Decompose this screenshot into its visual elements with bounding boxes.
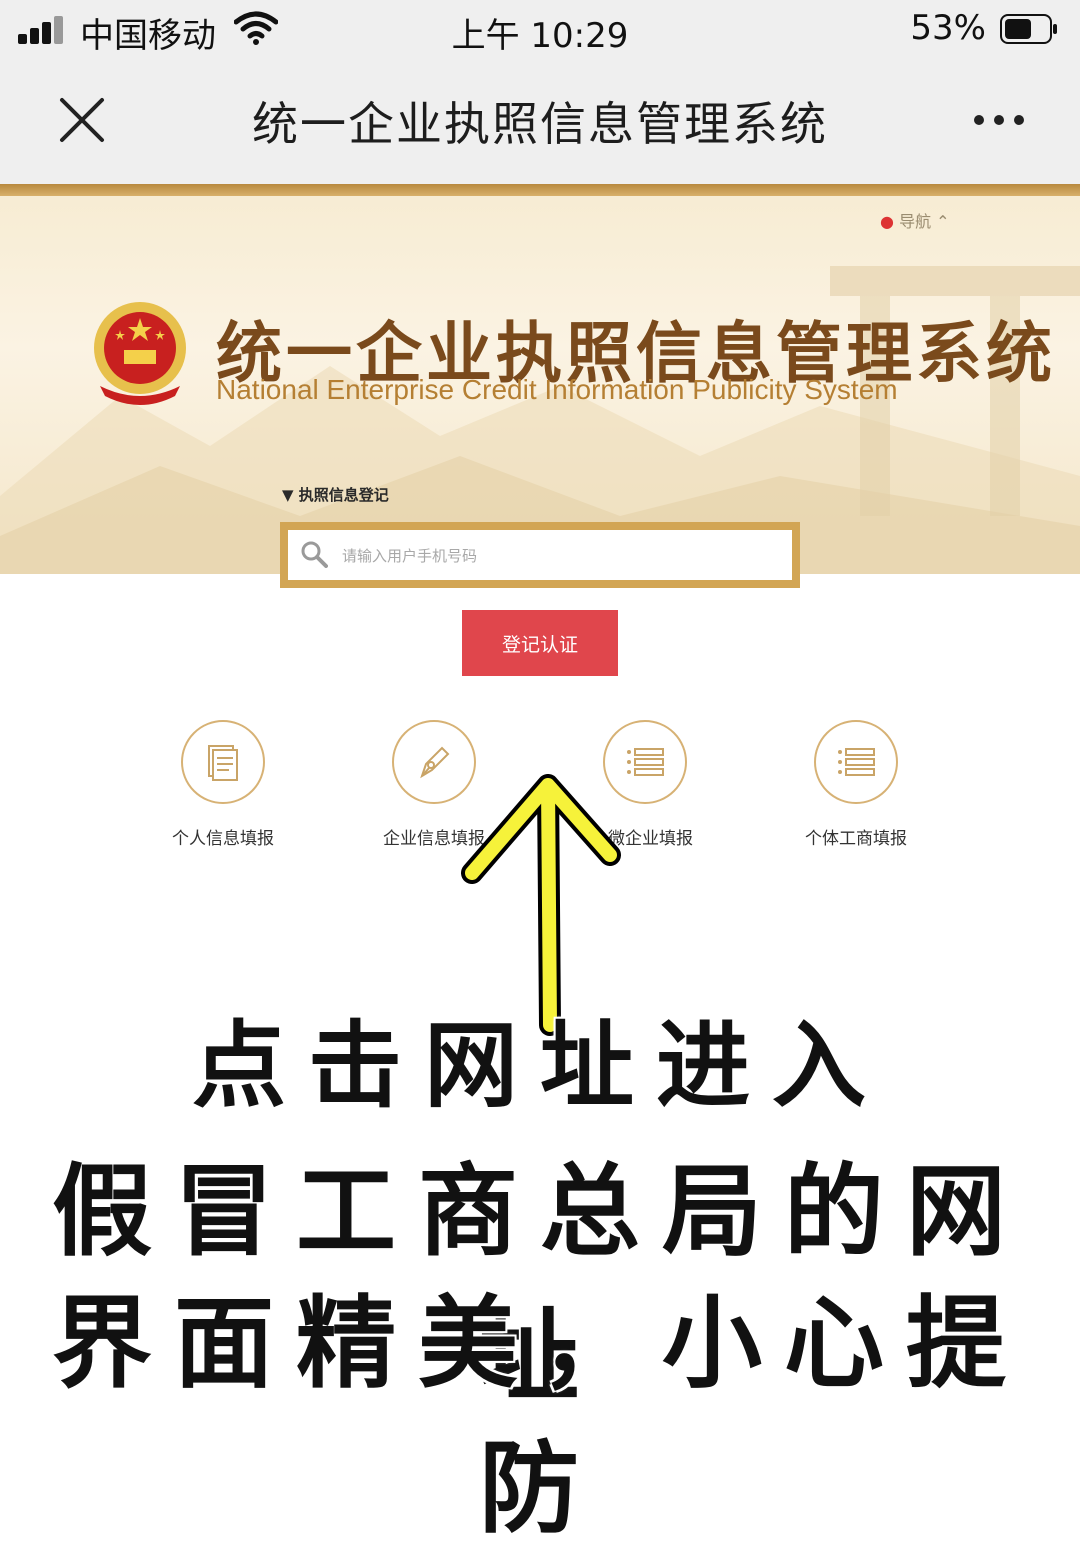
document-icon <box>181 720 265 804</box>
nav-link-label: 导航 <box>899 212 932 231</box>
page-title: 统一企业执照信息管理系统 <box>252 97 828 151</box>
shortcut-label: 个人信息填报 <box>172 829 274 849</box>
list-icon <box>814 720 898 804</box>
nav-bar: 统一企业执照信息管理系统 <box>0 58 1080 184</box>
shortcut-label: 个体工商填报 <box>805 829 907 849</box>
search-icon <box>301 541 328 568</box>
national-emblem-icon <box>94 302 186 405</box>
location-pin-icon: ● <box>880 212 894 231</box>
more-icon[interactable] <box>972 110 1026 130</box>
shortcut-individual-business[interactable]: 个体工商填报 <box>751 720 961 849</box>
search-label-text: 执照信息登记 <box>298 486 389 504</box>
register-auth-button[interactable]: 登记认证 <box>462 610 618 676</box>
search-field-container <box>288 530 792 582</box>
nav-link[interactable]: ● 导航 ⌃ <box>880 208 950 232</box>
status-bar: 中国移动 上午 10:29 53% <box>0 0 1080 58</box>
shortcut-personal-info[interactable]: 个人信息填报 <box>118 720 328 849</box>
search-box <box>280 522 800 588</box>
hero-banner: ● 导航 ⌃ 统一企业执照信息管理系统 National Enterprise … <box>0 196 1080 574</box>
battery-percent: 53% <box>910 8 986 48</box>
header-divider <box>0 184 1080 196</box>
phone-input[interactable] <box>340 530 784 582</box>
site-logo-subtitle: National Enterprise Credit Information P… <box>216 374 898 405</box>
caption-line-1: 点击网址进入 <box>191 1011 888 1121</box>
battery-icon <box>1000 14 1057 44</box>
caption-line-3: 界面精美，小心提防 <box>52 1284 1028 1547</box>
search-section-label: ▼ 执照信息登记 <box>282 484 389 505</box>
chevron-up-icon: ⌃ <box>936 212 950 231</box>
triangle-down-icon: ▼ <box>282 486 294 504</box>
